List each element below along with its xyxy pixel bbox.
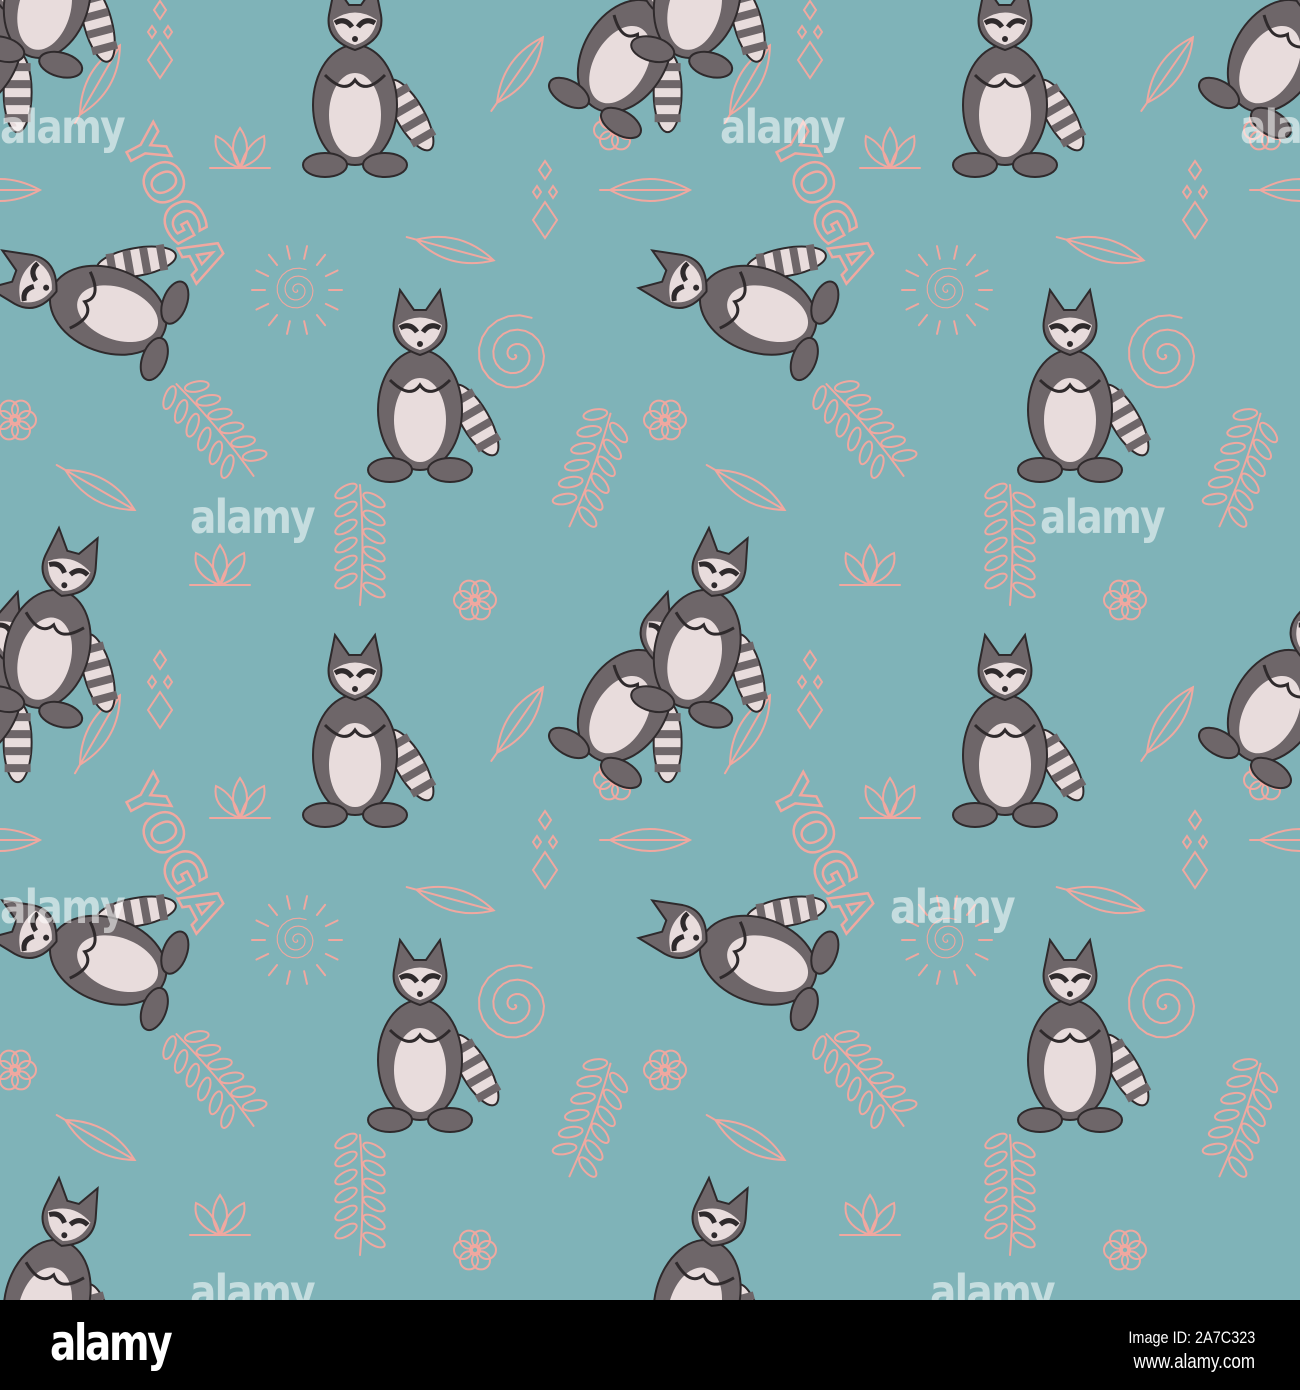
branch-doodle [984,1132,1036,1256]
footer-bar: alamy Image ID: 2A7C323 www.alamy.com [0,1300,1300,1390]
flower-doodle [643,399,687,441]
alamy-watermark: alamy [190,1265,316,1300]
diamond-doodles [146,0,174,80]
image-id: Image ID: 2A7C323 [1128,1328,1255,1347]
leaf-doodle [490,685,545,762]
diamond-doodles [1181,159,1209,240]
diamond-doodles [796,649,824,730]
leaf-doodle [55,1114,137,1162]
lotus-doodle [209,126,271,169]
flower-doodle [453,579,497,621]
leaf-doodle [0,828,43,852]
branch-doodle [162,380,268,479]
raccoon-meditating [1017,287,1152,483]
flower-doodle [643,1049,687,1091]
branch-doodle [812,380,918,479]
raccoon-meditating [367,287,502,483]
alamy-watermark: alamy [720,100,846,154]
raccoon-namaste [302,632,437,828]
alamy-watermark: alamy [0,100,126,154]
branch-doodle [1201,1058,1279,1178]
spiral-doodle [478,314,546,389]
spiral-doodle [276,917,314,959]
leaf-doodle [0,178,43,202]
lotus-doodle [839,1193,901,1236]
raccoon-yoga-pattern: YOGAYOGAYOGAYOGAYOGAYOGAYOGAYOGAYOGA ala… [0,0,1300,1300]
diamond-doodles [1181,809,1209,890]
lotus-doodle [189,1193,251,1236]
leaf-doodle [1140,685,1195,762]
spiral-doodle [1128,314,1196,389]
leaf-doodle [599,828,693,852]
raccoon-meditating [367,937,502,1133]
leaf-doodle [599,178,693,202]
branch-doodle [334,1132,386,1256]
branch-doodle [1201,408,1279,528]
lotus-doodle [209,776,271,819]
branch-doodle [984,482,1036,606]
leaf-doodle [1140,35,1195,112]
pattern-artwork: YOGAYOGAYOGAYOGAYOGAYOGAYOGAYOGAYOGA [0,0,1300,1300]
lotus-doodle [859,776,921,819]
spiral-doodle [1128,964,1196,1039]
alamy-watermark: alamy [1040,490,1166,544]
raccoon-namaste [952,0,1087,178]
alamy-watermark: alamy [190,490,316,544]
alamy-watermark: alamy [930,1265,1056,1300]
branch-doodle [334,482,386,606]
alamy-watermark: alamy [1240,100,1300,154]
spiral-doodle [926,267,964,309]
leaf-doodle [1055,885,1146,915]
lotus-doodle [859,126,921,169]
diamond-doodles [796,0,824,80]
raccoon-namaste [952,632,1087,828]
lotus-doodle [189,543,251,586]
alamy-watermark: alamy [0,880,126,934]
leaf-doodle [405,885,496,915]
flower-doodle [1103,579,1147,621]
leaf-doodle [705,1114,787,1162]
flower-doodle [1103,1229,1147,1271]
raccoon-meditating [1017,937,1152,1133]
spiral-doodle [478,964,546,1039]
leaf-doodle [1249,828,1300,852]
leaf-doodle [405,235,496,265]
branch-doodle [551,1058,629,1178]
leaf-doodle [490,35,545,112]
spiral-doodle [276,267,314,309]
branch-doodle [162,1030,268,1129]
flower-doodle [453,1229,497,1271]
leaf-doodle [1249,178,1300,202]
flower-doodle [0,1049,37,1091]
alamy-logo: alamy [50,1314,173,1372]
branch-doodle [551,408,629,528]
raccoon-warrior [652,1175,766,1300]
site-url: www.alamy.com [1133,1351,1255,1373]
leaf-doodle [55,464,137,512]
raccoon-warrior [2,1175,116,1300]
diamond-doodles [146,649,174,730]
leaf-doodle [705,464,787,512]
alamy-watermark: alamy [890,880,1016,934]
diamond-doodles [531,809,559,890]
lotus-doodle [839,543,901,586]
raccoon-dancing [1198,589,1300,790]
leaf-doodle [1055,235,1146,265]
branch-doodle [812,1030,918,1129]
raccoon-namaste [302,0,437,178]
diamond-doodles [531,159,559,240]
flower-doodle [0,399,37,441]
